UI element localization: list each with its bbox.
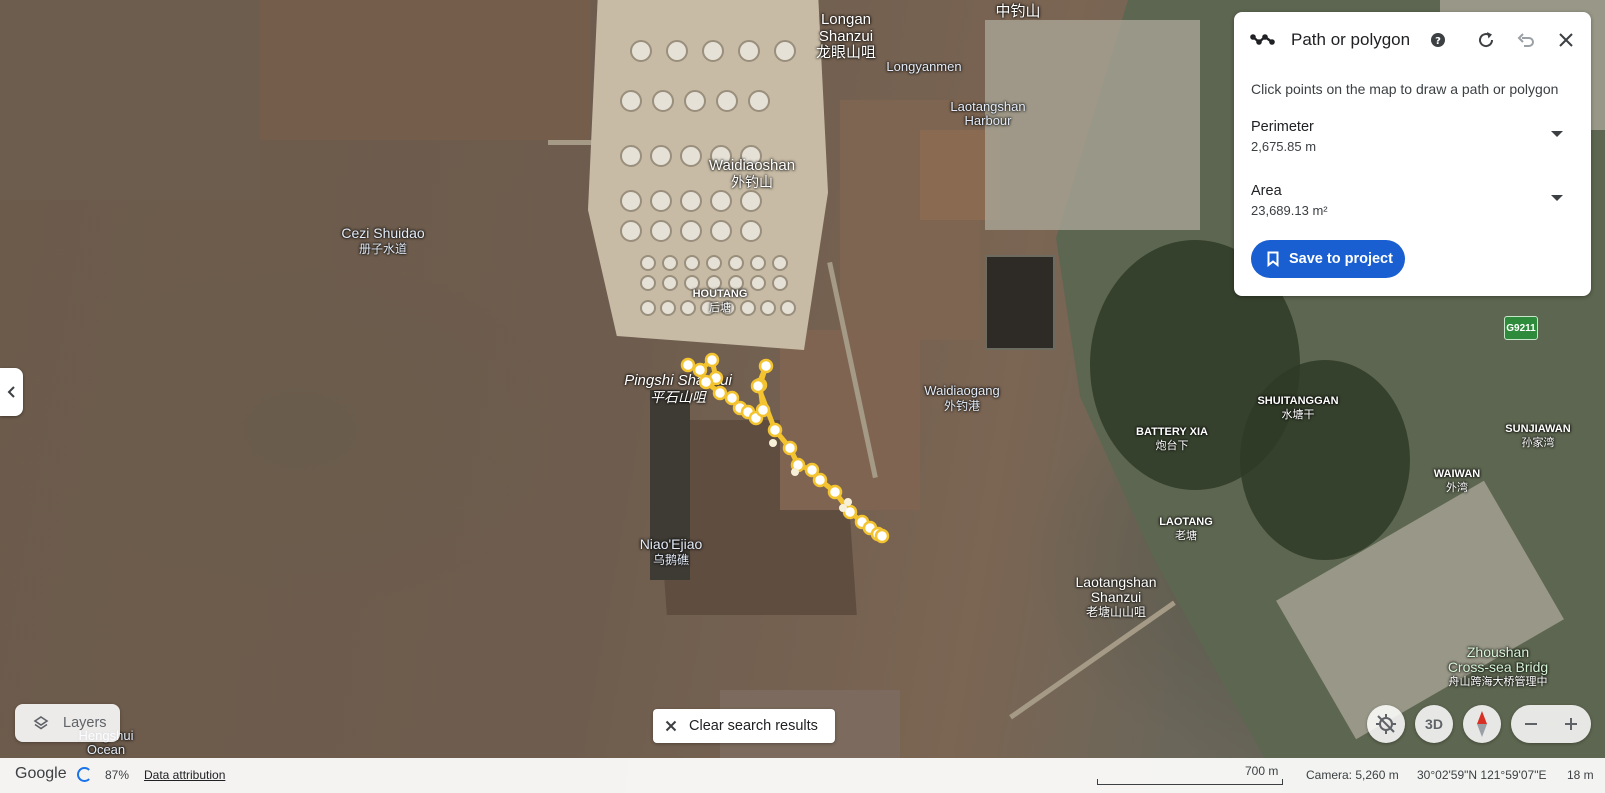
path-midpoint-handle[interactable] <box>769 439 777 447</box>
chevron-left-icon <box>7 386 15 398</box>
measure-panel: Path or polygon ? Click points on the ma… <box>1234 12 1591 296</box>
path-vertex-handle[interactable] <box>874 528 890 544</box>
load-percent: 87% <box>105 768 130 782</box>
panel-hint: Click points on the map to draw a path o… <box>1251 81 1559 97</box>
side-panel-toggle[interactable] <box>0 368 23 416</box>
path-vertex-handle[interactable] <box>698 374 714 390</box>
undo-icon <box>1517 33 1534 47</box>
clear-search-results-button[interactable]: Clear search results <box>653 709 835 743</box>
panel-header: Path or polygon ? <box>1234 12 1591 68</box>
area-value: 23,689.13 m² <box>1251 203 1328 218</box>
compass-button[interactable] <box>1463 705 1501 743</box>
status-bar: Google 87% Data attribution 700 m Camera… <box>0 758 1605 793</box>
scale-label: 700 m <box>1245 764 1279 778</box>
3d-toggle-button[interactable]: 3D <box>1415 705 1453 743</box>
path-vertex-handle[interactable] <box>758 358 774 374</box>
zoom-controls <box>1511 705 1591 743</box>
refresh-icon <box>1479 32 1494 48</box>
path-vertex-handle[interactable] <box>782 440 798 456</box>
3d-label: 3D <box>1425 716 1443 732</box>
close-icon <box>1559 33 1573 47</box>
caret-down-icon[interactable] <box>1551 195 1563 201</box>
path-midpoint-handle[interactable] <box>839 504 847 512</box>
clear-label: Clear search results <box>689 718 818 734</box>
reset-button[interactable] <box>1474 28 1498 52</box>
camera-altitude: Camera: 5,260 m <box>1306 768 1399 782</box>
path-vertex-handle[interactable] <box>827 484 843 500</box>
data-attribution-link[interactable]: Data attribution <box>144 768 225 782</box>
perimeter-label: Perimeter <box>1251 119 1314 135</box>
path-vertex-handle[interactable] <box>767 422 783 438</box>
scale-bar <box>1097 779 1283 785</box>
coordinates: 30°02'59"N 121°59'07"E <box>1417 768 1547 782</box>
path-vertex-handle[interactable] <box>680 357 696 373</box>
elevation: 18 m <box>1567 768 1594 782</box>
undo-button[interactable] <box>1514 28 1538 52</box>
help-icon: ? <box>1431 33 1445 47</box>
path-vertex-handle[interactable] <box>712 385 728 401</box>
save-label: Save to project <box>1289 251 1393 267</box>
help-button[interactable]: ? <box>1426 28 1450 52</box>
area-label: Area <box>1251 183 1282 199</box>
perimeter-value: 2,675.85 m <box>1251 139 1317 154</box>
zoom-out-button[interactable] <box>1511 705 1551 743</box>
panel-title: Path or polygon <box>1291 30 1411 49</box>
minus-icon <box>1525 723 1537 725</box>
compass-icon <box>1477 711 1487 737</box>
plus-icon <box>1565 718 1577 730</box>
path-vertex-handle[interactable] <box>750 378 766 394</box>
layers-icon <box>33 716 49 730</box>
save-to-project-button[interactable]: Save to project <box>1251 240 1405 278</box>
recenter-button[interactable] <box>1367 705 1405 743</box>
location-off-icon <box>1376 714 1396 734</box>
path-midpoint-handle[interactable] <box>791 468 799 476</box>
loading-spinner-icon <box>77 767 92 782</box>
layers-button[interactable]: Layers <box>15 704 120 742</box>
close-icon <box>665 720 677 732</box>
path-vertex-handle[interactable] <box>812 472 828 488</box>
close-button[interactable] <box>1554 28 1578 52</box>
google-logo: Google <box>15 765 67 782</box>
area-metric[interactable]: Area 23,689.13 m² <box>1251 183 1571 227</box>
bookmark-icon <box>1267 251 1279 267</box>
path-tool-icon <box>1250 34 1275 45</box>
zoom-in-button[interactable] <box>1551 705 1591 743</box>
svg-text:?: ? <box>1435 36 1441 47</box>
path-vertex-handle[interactable] <box>692 362 708 378</box>
caret-down-icon[interactable] <box>1551 131 1563 137</box>
path-vertex-handle[interactable] <box>755 402 771 418</box>
layers-label: Layers <box>63 715 107 731</box>
perimeter-metric[interactable]: Perimeter 2,675.85 m <box>1251 119 1571 163</box>
path-vertex-handle[interactable] <box>704 352 720 368</box>
